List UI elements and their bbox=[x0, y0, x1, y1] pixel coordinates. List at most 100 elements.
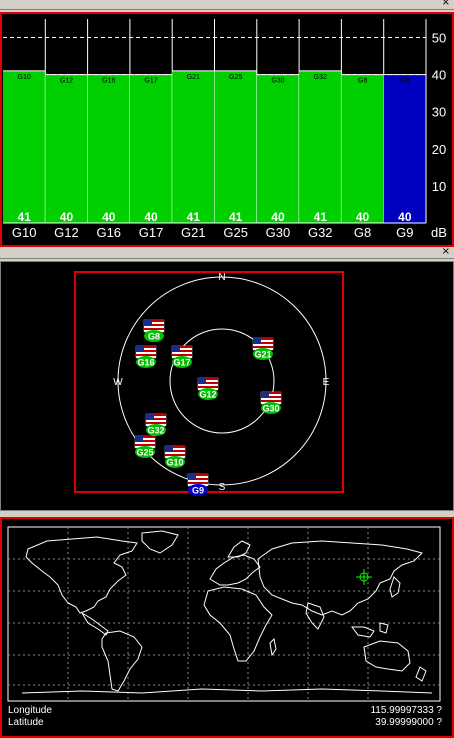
india bbox=[305, 602, 325, 630]
new-zealand bbox=[415, 666, 427, 682]
satellite-prn-label: G8 bbox=[148, 332, 160, 342]
map-frame: Longitude 115.99997333 ? Latitude 39.999… bbox=[0, 517, 454, 738]
position-marker bbox=[356, 569, 372, 585]
snr-chart-frame: 50 40 30 20 10 G10 41 G10 G12 40 G12 G16 40 G16 G17 40 G… bbox=[0, 12, 454, 247]
madagascar bbox=[269, 637, 277, 657]
satellite-marker[interactable]: G21 bbox=[252, 337, 274, 360]
snr-bar bbox=[45, 74, 88, 223]
x-tick-label: G16 bbox=[96, 225, 121, 240]
flag-canton bbox=[146, 414, 154, 420]
bar-prn-label: G16 bbox=[102, 78, 115, 85]
compass-west: W bbox=[113, 377, 123, 388]
flag-canton bbox=[144, 320, 152, 326]
satellite-marker[interactable]: G12 bbox=[197, 377, 219, 400]
satellite-marker[interactable]: G9 bbox=[187, 473, 209, 496]
satellite-marker[interactable]: G30 bbox=[260, 391, 282, 414]
snr-value-label: 40 bbox=[102, 210, 116, 224]
flag-canton bbox=[188, 474, 196, 480]
flag-stripe bbox=[261, 400, 281, 402]
bar-prn-label: G30 bbox=[271, 78, 284, 85]
x-tick-label: G30 bbox=[266, 225, 291, 240]
flag-stripe bbox=[144, 328, 164, 330]
snr-pane-header: × bbox=[0, 0, 454, 10]
snr-value-label: 41 bbox=[229, 210, 243, 224]
satellite-marker[interactable]: G10 bbox=[164, 445, 186, 468]
snr-value-label: 41 bbox=[187, 210, 201, 224]
snr-chart: 5040302010G1041G10G1240G12G1640G16G1740G… bbox=[3, 19, 447, 240]
satellite-prn-label: G30 bbox=[262, 404, 279, 414]
snr-value-label: 40 bbox=[144, 210, 158, 224]
close-icon[interactable]: × bbox=[442, 246, 450, 258]
snr-value-label: 40 bbox=[356, 210, 370, 224]
flag-canton bbox=[136, 346, 144, 352]
snr-bar bbox=[341, 74, 384, 223]
skyplot-frame: N E S W G8 G16 G17 G21 G12 G30 G32 G25 G10 G9 bbox=[0, 261, 454, 511]
longitude-value: 115.99997333 ? bbox=[370, 705, 442, 716]
compass-south: S bbox=[219, 482, 226, 493]
snr-value-label: 40 bbox=[271, 210, 285, 224]
snr-bar bbox=[87, 74, 130, 223]
snr-value-label: 41 bbox=[314, 210, 328, 224]
antarctica bbox=[21, 688, 433, 694]
compass-east: E bbox=[323, 377, 330, 388]
skyplot: N E S W G8 G16 G17 G21 G12 G30 G32 G25 G10 G9 bbox=[74, 271, 344, 496]
satellite-prn-label: G32 bbox=[147, 426, 164, 436]
satellite-marker[interactable]: G25 bbox=[134, 435, 156, 458]
satellite-prn-label: G9 bbox=[192, 486, 204, 496]
satellite-prn-label: G17 bbox=[173, 358, 190, 368]
southeast-asia-islands bbox=[351, 622, 389, 638]
scandinavia bbox=[227, 540, 251, 558]
close-icon[interactable]: × bbox=[442, 0, 450, 9]
map-border bbox=[7, 526, 441, 702]
satellite-marker[interactable]: G32 bbox=[145, 413, 167, 436]
snr-bar bbox=[256, 74, 300, 223]
x-tick-label: G32 bbox=[308, 225, 333, 240]
bar-prn-label: G21 bbox=[187, 74, 200, 81]
flag-canton bbox=[198, 378, 206, 384]
y-tick-label: 20 bbox=[432, 142, 446, 157]
flag-canton bbox=[172, 346, 180, 352]
snr-value-label: 40 bbox=[398, 210, 412, 224]
satellite-marker[interactable]: G17 bbox=[171, 345, 193, 368]
skyplot-pane: × N E S W G8 G16 G17 G21 G12 G30 G32 G25 G10 G9 bbox=[0, 246, 454, 513]
flag-stripe bbox=[136, 354, 156, 356]
satellite-marker[interactable]: G8 bbox=[143, 319, 165, 342]
x-tick-label: G25 bbox=[223, 225, 248, 240]
snr-bar bbox=[3, 70, 46, 223]
snr-pane: × 50 40 30 20 10 G10 41 G10 G12 40 G12 G16 40 G16 G17 4… bbox=[0, 0, 454, 247]
satellite-prn-label: G25 bbox=[136, 448, 153, 458]
snr-value-label: 41 bbox=[17, 210, 31, 224]
map-graticule bbox=[8, 527, 440, 701]
bar-prn-label: G9 bbox=[400, 78, 409, 85]
south-america bbox=[101, 630, 143, 692]
skyplot-pane-header: × bbox=[0, 246, 454, 259]
australia bbox=[363, 640, 411, 672]
asia bbox=[257, 540, 423, 616]
flag-stripe bbox=[135, 444, 155, 446]
japan bbox=[389, 576, 401, 598]
greenland bbox=[141, 530, 179, 554]
y-tick-label: 30 bbox=[432, 105, 446, 120]
snr-bar bbox=[172, 70, 215, 223]
world-map: Longitude 115.99997333 ? Latitude 39.999… bbox=[7, 526, 442, 728]
satellite-prn-label: G10 bbox=[166, 458, 183, 468]
flag-stripe bbox=[253, 346, 273, 348]
africa bbox=[203, 586, 273, 662]
flag-canton bbox=[165, 446, 173, 452]
central-america bbox=[81, 612, 109, 636]
snr-bar bbox=[299, 70, 342, 223]
snr-bar bbox=[129, 74, 173, 223]
snr-bar bbox=[214, 70, 257, 223]
satellite-marker[interactable]: G16 bbox=[135, 345, 157, 368]
latitude-label: Latitude bbox=[8, 717, 44, 728]
compass-north: N bbox=[218, 272, 225, 283]
snr-bar bbox=[383, 74, 426, 223]
flag-stripe bbox=[146, 422, 166, 424]
continents bbox=[21, 530, 433, 694]
longitude-label: Longitude bbox=[8, 705, 52, 716]
flag-canton bbox=[253, 338, 261, 344]
satellite-prn-label: G12 bbox=[199, 390, 216, 400]
x-tick-label: G17 bbox=[139, 225, 164, 240]
x-tick-label: G21 bbox=[181, 225, 206, 240]
flag-canton bbox=[135, 436, 143, 442]
